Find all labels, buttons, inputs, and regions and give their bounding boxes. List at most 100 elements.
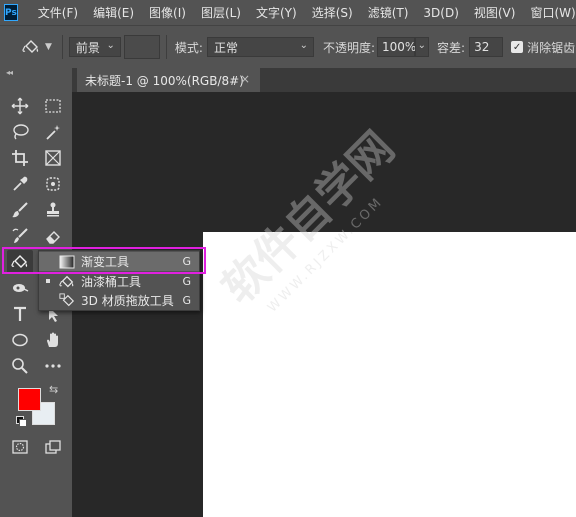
flyout-item-shortcut: G: [182, 275, 191, 288]
crop-tool-button[interactable]: [8, 147, 32, 169]
pattern-picker[interactable]: [123, 35, 160, 59]
spot-healing-tool-button[interactable]: [41, 173, 65, 195]
dodge-tool-button[interactable]: [8, 277, 32, 299]
paint-tool-flyout-menu: 渐变工具 G 油漆桶工具 G 3D 材质拖放工具 G: [38, 250, 200, 311]
photoshop-logo: Ps: [4, 4, 18, 21]
options-bar: ▼ 前景 ⌄ 模式: 正常 ⌄ 不透明度: 100% ⌄ 容差: 32 ✓ 消除…: [0, 25, 576, 68]
magic-wand-icon: [46, 125, 60, 140]
menu-filter[interactable]: 滤镜(T): [368, 4, 409, 21]
chevron-down-icon: ⌄: [417, 40, 427, 51]
crop-icon: [12, 150, 28, 166]
magic-wand-tool-button[interactable]: [41, 121, 65, 143]
menu-file[interactable]: 文件(F): [38, 4, 78, 21]
menu-layer[interactable]: 图层(L): [201, 4, 241, 21]
lasso-icon: [13, 124, 29, 140]
separator: [61, 35, 63, 59]
eyedropper-tool-button[interactable]: [8, 173, 32, 195]
frame-tool-button[interactable]: [41, 147, 65, 169]
flyout-item-3d-material-drop[interactable]: 3D 材质拖放工具 G: [39, 291, 199, 310]
ellipse-tool-button[interactable]: [8, 329, 32, 351]
document-canvas[interactable]: [203, 232, 576, 517]
close-icon[interactable]: ×: [240, 72, 250, 86]
history-brush-tool-button[interactable]: [8, 225, 32, 247]
paint-bucket-tool-button[interactable]: [7, 250, 33, 274]
tolerance-value: 32: [474, 40, 490, 54]
opacity-label: 不透明度:: [322, 40, 376, 55]
brush-icon: [12, 202, 28, 218]
default-colors-icon[interactable]: [16, 416, 27, 427]
flyout-item-gradient[interactable]: 渐变工具 G: [39, 252, 199, 271]
lasso-tool-button[interactable]: [8, 121, 32, 143]
screen-mode-icon: [45, 440, 61, 454]
tool-preset-picker[interactable]: ▼: [22, 38, 52, 56]
flyout-item-label: 油漆桶工具: [81, 275, 142, 289]
tolerance-label: 容差:: [437, 40, 466, 55]
quick-mask-button[interactable]: [8, 436, 32, 458]
marquee-tool-button[interactable]: [41, 95, 65, 117]
active-tool-bullet: [46, 279, 50, 283]
more-tools-button[interactable]: [41, 355, 65, 377]
antialias-label: 消除锯齿: [527, 40, 576, 55]
move-tool-button[interactable]: [8, 95, 32, 117]
eraser-icon: [46, 231, 60, 244]
rect-marquee-icon: [45, 99, 61, 113]
document-tab[interactable]: 未标题-1 @ 100%(RGB/8#) ×: [77, 68, 260, 92]
menu-window[interactable]: 窗口(W): [530, 4, 575, 21]
paint-bucket-icon: [11, 255, 28, 268]
swap-colors-icon[interactable]: ⇆: [49, 383, 58, 396]
screen-mode-button[interactable]: [41, 436, 65, 458]
separator: [165, 35, 167, 59]
hand-tool-button[interactable]: [41, 329, 65, 351]
menu-image[interactable]: 图像(I): [149, 4, 186, 21]
eraser-tool-button[interactable]: [41, 225, 65, 247]
tolerance-input[interactable]: 32: [469, 37, 504, 57]
chevron-down-icon: ⌄: [299, 40, 308, 51]
opacity-dropdown[interactable]: ⌄: [415, 37, 430, 57]
menu-view[interactable]: 视图(V): [474, 4, 516, 21]
quick-mask-icon: [12, 440, 28, 454]
blend-mode-value: 正常: [213, 40, 238, 55]
document-tab-title: 未标题-1 @ 100%(RGB/8#): [85, 73, 244, 88]
chevron-down-icon: ▼: [45, 42, 52, 52]
flyout-item-shortcut: G: [182, 255, 191, 268]
fill-source-value: 前景: [75, 40, 100, 55]
mode-label: 模式:: [174, 40, 203, 55]
blend-mode-select[interactable]: 正常 ⌄: [206, 37, 314, 57]
opacity-input[interactable]: 100%: [377, 37, 417, 57]
flyout-item-paint-bucket[interactable]: 油漆桶工具 G: [39, 272, 199, 291]
flyout-item-shortcut: G: [182, 294, 191, 307]
patch-icon: [46, 177, 60, 191]
brush-tool-button[interactable]: [8, 199, 32, 221]
ellipsis-icon: [45, 364, 61, 368]
hand-icon: [47, 332, 58, 347]
type-icon: [14, 306, 26, 321]
clone-stamp-tool-button[interactable]: [41, 199, 65, 221]
chevron-down-icon: ⌄: [106, 40, 115, 51]
frame-icon: [45, 150, 61, 166]
move-icon: [11, 97, 29, 115]
menu-select[interactable]: 选择(S): [312, 4, 353, 21]
document-tab-bar: 未标题-1 @ 100%(RGB/8#) ×: [72, 68, 576, 92]
menu-type[interactable]: 文字(Y): [256, 4, 297, 21]
paint-bucket-icon: [59, 275, 74, 288]
menu-bar: Ps 文件(F) 编辑(E) 图像(I) 图层(L) 文字(Y) 选择(S) 滤…: [0, 0, 576, 25]
3d-material-drop-icon: [59, 293, 75, 307]
dodge-icon: [13, 284, 29, 292]
foreground-color-swatch[interactable]: [18, 388, 41, 411]
type-tool-button[interactable]: [8, 303, 32, 325]
fill-source-select[interactable]: 前景 ⌄: [68, 37, 121, 57]
flyout-item-label: 3D 材质拖放工具: [81, 294, 174, 308]
flyout-item-label: 渐变工具: [81, 255, 130, 269]
gradient-icon: [59, 255, 75, 269]
menu-3d[interactable]: 3D(D): [423, 6, 458, 20]
collapse-panel-icon[interactable]: ◂◂: [6, 68, 13, 77]
stamp-icon: [47, 202, 59, 217]
zoom-tool-button[interactable]: [8, 355, 32, 377]
ellipse-icon: [12, 333, 28, 347]
antialias-checkbox[interactable]: ✓: [511, 41, 524, 53]
eyedropper-icon: [13, 176, 28, 191]
menu-edit[interactable]: 编辑(E): [93, 4, 134, 21]
history-brush-icon: [12, 228, 28, 243]
paint-bucket-icon: [22, 40, 39, 53]
opacity-value: 100%: [382, 40, 417, 54]
